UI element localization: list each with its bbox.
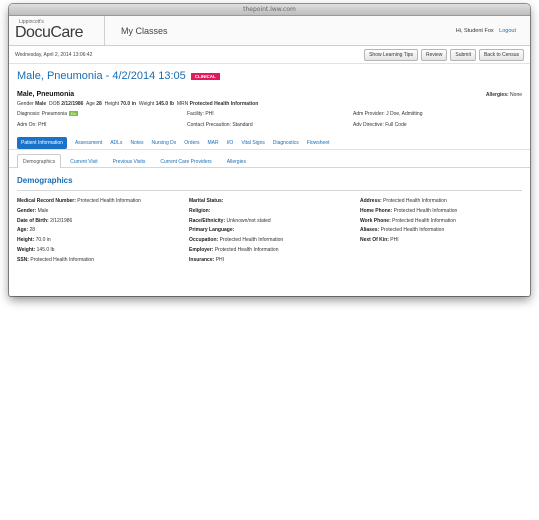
my-classes-link[interactable]: My Classes [105,26,456,36]
show-learning-tips-button[interactable]: Show Learning Tips [364,48,418,61]
field-gender: Gender: Male [17,207,49,214]
subtab-demographics[interactable]: Demographics [17,154,62,168]
field-insurance: Insurance: PHI [189,256,225,263]
allergies-summary: Allergies: None [486,92,522,98]
tab-patient-information[interactable]: Patient Information [17,136,67,149]
main-nav-tabs: Patient Information Assessment ADLs Note… [9,136,530,150]
field-address: Address: Protected Health Information [360,198,447,204]
field-employer: Employer: Protected Health Information [189,246,279,253]
page-title: Male, Pneumonia - 4/2/2014 13:05 [17,70,186,82]
summary-height: Height 70.0 in [104,101,137,107]
contact-precaution-row: Contact Precaution: Standard [187,122,253,128]
patient-titlebar: Male, Pneumonia - 4/2/2014 13:05 CLINICA… [9,64,530,82]
subtab-previous-visits[interactable]: Previous Visits [107,154,152,167]
advance-directive-row: Adv Directive: Full Code [353,122,407,128]
logout-link[interactable]: Logout [499,28,516,34]
tab-notes[interactable]: Notes [130,140,143,146]
tab-flowsheet[interactable]: Flowsheet [307,140,330,146]
tab-adls[interactable]: ADLs [110,140,122,146]
allergies-value: None [510,92,522,98]
field-date-of-birth: Date of Birth: 2/12/1986 [17,217,73,224]
patient-header: Male, Pneumonia Allergies: None [9,82,530,98]
subtab-allergies[interactable]: Allergies [221,154,252,167]
tab-orders[interactable]: Orders [184,140,199,146]
demographics-grid: Medical Record Number: Protected Health … [9,191,530,266]
summary-dob: DOB 2/12/1986 [48,101,84,107]
field-next-of-kin: Next Of Kin: PHI [360,237,399,244]
user-info: Hi, Student Fox Logout [456,28,530,34]
summary-age: Age 28 [85,101,102,107]
user-greeting: Hi, Student Fox [455,27,494,34]
patient-summary: Gender Male DOB 2/12/1986 Age 28 Height … [9,98,530,107]
field-age: Age: 28 [17,227,36,234]
patient-info-grid: Diagnosis: Pneumonia Dx Adm On: PHI Facil… [9,111,530,128]
field-occupation: Occupation: Protected Health Information [189,237,284,244]
field-ssn: SSN: Protected Health Information [17,256,94,263]
admitted-on-row: Adm On: PHI [17,122,47,128]
field-primary-language: Primary Language: [189,227,235,234]
field-marital-status: Marital Status: [189,198,224,204]
app-header: Lippincott's DocuCare My Classes Hi, Stu… [9,15,530,46]
diagnosis-row: Diagnosis: Pneumonia Dx [17,111,78,117]
subtab-current-visit[interactable]: Current Visit [64,154,103,167]
field-aliases: Aliases: Protected Health Information [360,227,445,234]
logo-title: DocuCare [15,23,84,41]
tab-assessment[interactable]: Assessment [75,140,102,146]
admitting-provider-row: Adm Provider: J Doe, Admitting [353,111,423,117]
summary-gender: Gender Male [17,101,47,107]
sub-tabs: Demographics Current Visit Previous Visi… [9,154,530,168]
docucare-logo[interactable]: Lippincott's DocuCare [9,15,105,46]
allergies-label: Allergies: [485,92,509,98]
browser-titlebar: thepoint.lww.com [9,4,530,16]
tab-vital-signs[interactable]: Vital Signs [241,140,265,146]
tab-mar[interactable]: MAR [208,140,219,146]
tab-io[interactable]: I/O [227,140,234,146]
demographics-col-2: Marital Status: Religion: Race/Ethnicity… [189,197,360,266]
clinical-badge: CLINICAL [190,72,220,80]
field-home-phone: Home Phone: Protected Health Information [360,207,458,214]
current-datetime: Wednesday, April 2, 2014 13:06:42 [15,51,93,58]
demographics-col-1: Medical Record Number: Protected Health … [17,197,189,266]
tab-diagnostics[interactable]: Diagnostics [273,140,299,146]
toolbar: Wednesday, April 2, 2014 13:06:42 Show L… [9,46,530,64]
subtab-current-care-providers[interactable]: Current Care Providers [154,154,217,167]
section-title: Demographics [17,176,73,185]
back-to-census-button[interactable]: Back to Census [478,48,524,61]
facility-row: Facility: PHI [187,111,214,117]
demographics-col-3: Address: Protected Health Information Ho… [360,197,522,266]
field-weight: Weight: 145.0 lb [17,246,55,253]
summary-weight: Weight 145.0 lb [138,101,175,107]
app-window: thepoint.lww.com Lippincott's DocuCare M… [9,4,530,296]
dx-tag-icon[interactable]: Dx [69,111,78,116]
field-height: Height: 70.0 in [17,237,51,244]
submit-button[interactable]: Submit [450,48,476,61]
field-work-phone: Work Phone: Protected Health Information [360,217,456,224]
summary-mrn: MRN Protected Health Information [176,101,259,107]
tab-nursing-dx[interactable]: Nursing Dx [152,140,177,146]
field-medical-record-number: Medical Record Number: Protected Health … [17,198,141,204]
review-button[interactable]: Review [421,48,448,61]
patient-name: Male, Pneumonia [17,91,75,98]
field-religion: Religion: [189,207,211,214]
field-race-ethnicity: Race/Ethnicity: Unknown/not stated [189,217,271,224]
